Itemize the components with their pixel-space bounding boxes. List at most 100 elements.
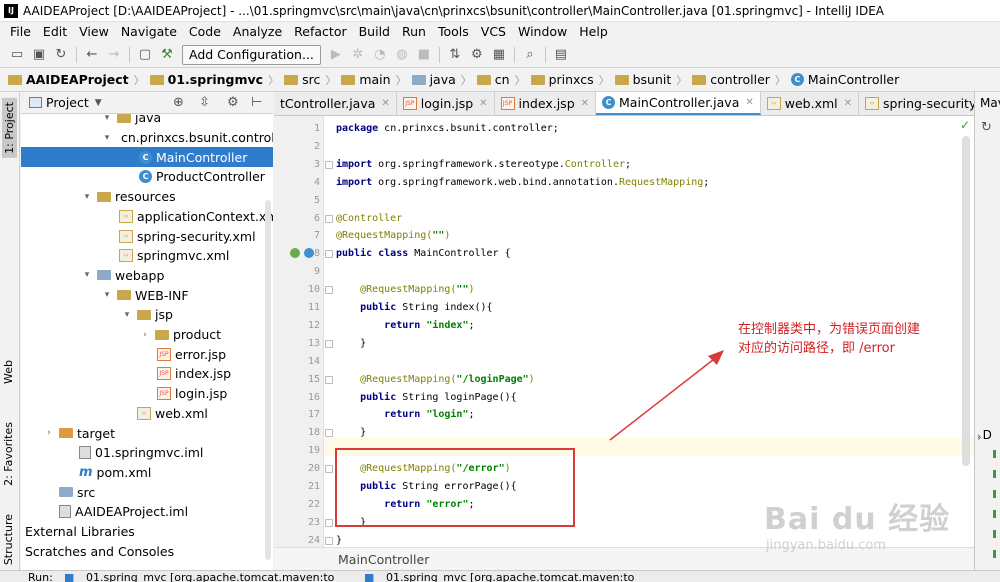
editor-tab[interactable]: tController.java ✕: [274, 92, 397, 115]
forward-icon[interactable]: →: [103, 44, 125, 66]
fold-marker-icon[interactable]: [325, 465, 333, 474]
tree-item[interactable]: 01.springmvc.iml: [21, 443, 273, 463]
tree-item[interactable]: JSP error.jsp: [21, 344, 273, 364]
editor-tab[interactable]: ‹›spring-security.xml✕: [859, 92, 974, 115]
menu-edit[interactable]: Edit: [37, 22, 73, 42]
coverage-icon[interactable]: ◔: [369, 44, 391, 66]
run-tab-1[interactable]: 01.spring_mvc [org.apache.tomcat.maven:t…: [86, 571, 334, 582]
menu-tools[interactable]: Tools: [432, 22, 475, 42]
chevron-down-icon[interactable]: ▾: [81, 192, 93, 202]
tree-item[interactable]: ‹› applicationContext.xml: [21, 207, 273, 227]
settings-icon[interactable]: ⚙: [466, 44, 488, 66]
chevron-down-icon[interactable]: ▾: [101, 114, 113, 123]
tree-item[interactable]: ▾ webapp: [21, 266, 273, 286]
editor-tab[interactable]: JSP login.jsp ✕: [397, 92, 495, 115]
open-folder-icon[interactable]: ▭: [6, 44, 28, 66]
tree-item[interactable]: External Libraries: [21, 522, 273, 542]
editor-breadcrumb-class[interactable]: MainController: [338, 552, 429, 567]
code-line[interactable]: @RequestMapping(""): [336, 227, 450, 245]
code-line[interactable]: public class MainController {: [336, 245, 511, 263]
favorites-tool-tab[interactable]: 2: Favorites: [2, 422, 15, 486]
fold-marker-icon[interactable]: [325, 375, 333, 384]
run-tab-2[interactable]: 01.spring_mvc [org.apache.tomcat.maven:t…: [386, 571, 634, 582]
tree-item[interactable]: ‹› spring-security.xml: [21, 226, 273, 246]
menu-build[interactable]: Build: [353, 22, 396, 42]
locate-icon[interactable]: ⊕: [173, 95, 184, 110]
fold-marker-icon[interactable]: [325, 250, 333, 259]
search-icon[interactable]: ⌕: [519, 44, 541, 66]
close-icon[interactable]: ✕: [745, 97, 753, 108]
tree-item[interactable]: src: [21, 482, 273, 502]
save-icon[interactable]: ▣: [28, 44, 50, 66]
editor-tab[interactable]: ‹› web.xml ✕: [761, 92, 860, 115]
add-configuration-button[interactable]: Add Configuration...: [182, 44, 321, 65]
editor-tab[interactable]: C MainController.java ✕: [596, 92, 761, 115]
fold-marker-icon[interactable]: [325, 518, 333, 527]
tree-item[interactable]: ▾ jsp: [21, 305, 273, 325]
menu-help[interactable]: Help: [573, 22, 614, 42]
maven-tab[interactable]: Mav: [980, 96, 1000, 110]
close-icon[interactable]: ✕: [381, 98, 389, 109]
refresh-icon[interactable]: ↻: [981, 120, 992, 135]
hammer-icon[interactable]: ⚒: [156, 44, 178, 66]
menu-run[interactable]: Run: [396, 22, 432, 42]
menu-analyze[interactable]: Analyze: [227, 22, 288, 42]
run-icon[interactable]: ▶: [325, 44, 347, 66]
chevron-down-icon[interactable]: ▾: [101, 133, 113, 143]
breadcrumb-cn[interactable]: cn: [476, 72, 510, 87]
tasks-icon[interactable]: ▤: [550, 44, 572, 66]
code-line[interactable]: @RequestMapping(""): [336, 281, 474, 299]
project-tool-tab[interactable]: 1: Project: [2, 98, 17, 158]
code-line[interactable]: return "login";: [336, 406, 474, 424]
menu-refactor[interactable]: Refactor: [288, 22, 352, 42]
close-icon[interactable]: ✕: [581, 98, 589, 109]
code-line[interactable]: return "index";: [336, 317, 474, 335]
menu-file[interactable]: File: [4, 22, 37, 42]
fold-marker-icon[interactable]: [325, 536, 333, 545]
fold-marker-icon[interactable]: [325, 160, 333, 169]
code-line[interactable]: @Controller: [336, 210, 402, 228]
editor-scrollbar[interactable]: [962, 136, 970, 466]
tree-item[interactable]: C MainController: [21, 147, 273, 168]
menu-navigate[interactable]: Navigate: [115, 22, 183, 42]
project-view-selector[interactable]: Project: [46, 95, 89, 110]
tree-scrollbar[interactable]: [265, 200, 271, 560]
project-structure-icon[interactable]: ▦: [488, 44, 510, 66]
menu-window[interactable]: Window: [512, 22, 573, 42]
tree-item[interactable]: C ProductController: [21, 167, 273, 187]
tree-item[interactable]: › target: [21, 423, 273, 443]
breadcrumb-bsunit[interactable]: bsunit: [614, 72, 671, 87]
chevron-down-icon[interactable]: ▾: [81, 270, 93, 280]
tree-item[interactable]: ▾ WEB-INF: [21, 285, 273, 305]
tree-item[interactable]: JSP login.jsp: [21, 384, 273, 404]
debug-icon[interactable]: ✲: [347, 44, 369, 66]
code-line[interactable]: public String index(){: [336, 299, 492, 317]
tree-item[interactable]: › product: [21, 325, 273, 345]
close-icon[interactable]: ✕: [844, 98, 852, 109]
tree-item[interactable]: ▾ resources: [21, 187, 273, 207]
breadcrumb-java[interactable]: java: [411, 72, 456, 87]
tree-item[interactable]: Scratches and Consoles: [21, 541, 273, 561]
breadcrumb-class[interactable]: C MainController: [790, 72, 899, 87]
breadcrumb-src[interactable]: src: [284, 72, 320, 87]
tree-item[interactable]: AAIDEAProject.iml: [21, 502, 273, 522]
back-icon[interactable]: ←: [81, 44, 103, 66]
vcs-icon[interactable]: ⇅: [444, 44, 466, 66]
maven-project-item[interactable]: D: [983, 428, 992, 442]
chevron-down-icon[interactable]: ▾: [121, 310, 133, 320]
tree-item[interactable]: ▾ java: [21, 114, 273, 128]
menu-vcs[interactable]: VCS: [475, 22, 512, 42]
breadcrumb-prinxcs[interactable]: prinxcs: [530, 72, 594, 87]
breadcrumb-main[interactable]: main: [341, 72, 391, 87]
tree-item[interactable]: m pom.xml: [21, 463, 273, 483]
collapse-icon[interactable]: ⇳: [199, 95, 210, 110]
tree-item[interactable]: ‹› springmvc.xml: [21, 246, 273, 266]
code-line[interactable]: import org.springframework.stereotype.Co…: [336, 156, 631, 174]
code-line[interactable]: public String loginPage(){: [336, 389, 517, 407]
build-window-icon[interactable]: ▢: [134, 44, 156, 66]
breadcrumb-controller[interactable]: controller: [692, 72, 770, 87]
code-line[interactable]: }: [336, 335, 366, 353]
breadcrumb-project[interactable]: AAIDEAProject: [8, 72, 129, 87]
chevron-right-icon[interactable]: ›: [977, 432, 981, 442]
hide-icon[interactable]: ⊢: [251, 95, 262, 110]
